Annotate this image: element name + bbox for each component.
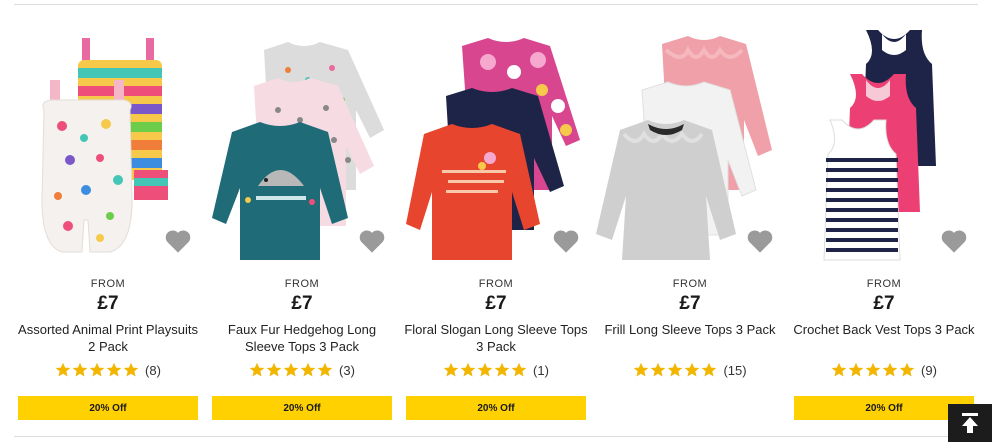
star-icon <box>317 362 333 377</box>
star-icon <box>651 362 666 377</box>
product-grid: FROM £7 Assorted Animal Print Playsuits … <box>14 20 978 430</box>
star-icon <box>511 362 527 377</box>
product-rating[interactable]: (3) <box>208 362 396 378</box>
star-icon <box>249 362 265 377</box>
product-price: £7 <box>97 293 119 314</box>
star-icon <box>634 362 649 377</box>
review-count: (9) <box>921 362 937 378</box>
bottom-divider <box>14 436 978 437</box>
star-icon <box>460 362 476 377</box>
star-icon <box>283 362 299 377</box>
star-icon <box>106 362 122 377</box>
star-rating <box>633 362 717 378</box>
review-count: (3) <box>339 362 355 378</box>
star-icon <box>72 362 88 377</box>
star-icon <box>89 362 105 377</box>
product-price: £7 <box>291 293 313 314</box>
star-icon <box>848 362 864 377</box>
product-rating[interactable]: (15) <box>596 362 784 378</box>
wishlist-heart-icon[interactable] <box>940 228 968 254</box>
star-rating <box>443 362 527 378</box>
wishlist-heart-icon[interactable] <box>358 228 386 254</box>
back-to-top-button[interactable] <box>948 404 992 442</box>
price-from-label: FROM <box>284 278 320 290</box>
star-icon <box>443 362 459 377</box>
product-image[interactable] <box>402 20 590 265</box>
wishlist-heart-icon[interactable] <box>552 228 580 254</box>
product-price: £7 <box>873 293 895 314</box>
product-card[interactable]: FROM £7 Faux Fur Hedgehog Long Sleeve To… <box>208 20 396 430</box>
star-icon <box>300 362 316 377</box>
price-from-label: FROM <box>672 278 708 290</box>
arrow-up-to-line-icon <box>962 413 978 433</box>
product-image[interactable] <box>790 20 978 265</box>
product-card[interactable]: FROM £7 Crochet Back Vest Tops 3 Pack (9… <box>790 20 978 430</box>
review-count: (15) <box>723 362 747 378</box>
product-image[interactable] <box>596 20 784 265</box>
star-rating <box>249 362 333 378</box>
product-card[interactable]: FROM £7 Assorted Animal Print Playsuits … <box>14 20 202 430</box>
star-icon <box>668 362 683 377</box>
promo-badge[interactable]: 20% Off <box>212 396 392 420</box>
product-rating[interactable]: (8) <box>14 362 202 378</box>
star-icon <box>55 362 71 377</box>
star-icon <box>123 362 139 377</box>
star-icon <box>882 362 898 377</box>
review-count: (1) <box>533 362 549 378</box>
star-icon <box>266 362 282 377</box>
star-icon <box>865 362 881 377</box>
product-image[interactable] <box>14 20 202 265</box>
promo-badge[interactable]: 20% Off <box>406 396 586 420</box>
product-card[interactable]: FROM £7 Frill Long Sleeve Tops 3 Pack (1… <box>596 20 784 430</box>
star-icon <box>477 362 493 377</box>
product-card[interactable]: FROM £7 Floral Slogan Long Sleeve Tops 3… <box>402 20 590 430</box>
price-from-label: FROM <box>866 278 902 290</box>
product-title[interactable]: Crochet Back Vest Tops 3 Pack <box>792 321 976 338</box>
product-title[interactable]: Floral Slogan Long Sleeve Tops 3 Pack <box>404 321 588 355</box>
review-count: (8) <box>145 362 161 378</box>
star-icon <box>899 362 915 377</box>
star-rating <box>831 362 915 378</box>
price-from-label: FROM <box>90 278 126 290</box>
promo-badge[interactable]: 20% Off <box>794 396 974 420</box>
star-icon <box>685 362 700 377</box>
product-price: £7 <box>679 293 701 314</box>
product-price: £7 <box>485 293 507 314</box>
top-divider <box>14 4 978 5</box>
wishlist-heart-icon[interactable] <box>746 228 774 254</box>
product-rating[interactable]: (1) <box>402 362 590 378</box>
product-title[interactable]: Faux Fur Hedgehog Long Sleeve Tops 3 Pac… <box>210 321 394 355</box>
star-rating <box>55 362 139 378</box>
star-icon <box>831 362 847 377</box>
star-icon <box>494 362 510 377</box>
product-image[interactable] <box>208 20 396 265</box>
product-title[interactable]: Frill Long Sleeve Tops 3 Pack <box>598 321 782 338</box>
product-rating[interactable]: (9) <box>790 362 978 378</box>
product-title[interactable]: Assorted Animal Print Playsuits 2 Pack <box>16 321 200 355</box>
price-from-label: FROM <box>478 278 514 290</box>
wishlist-heart-icon[interactable] <box>164 228 192 254</box>
star-icon <box>702 362 717 377</box>
promo-badge[interactable]: 20% Off <box>18 396 198 420</box>
